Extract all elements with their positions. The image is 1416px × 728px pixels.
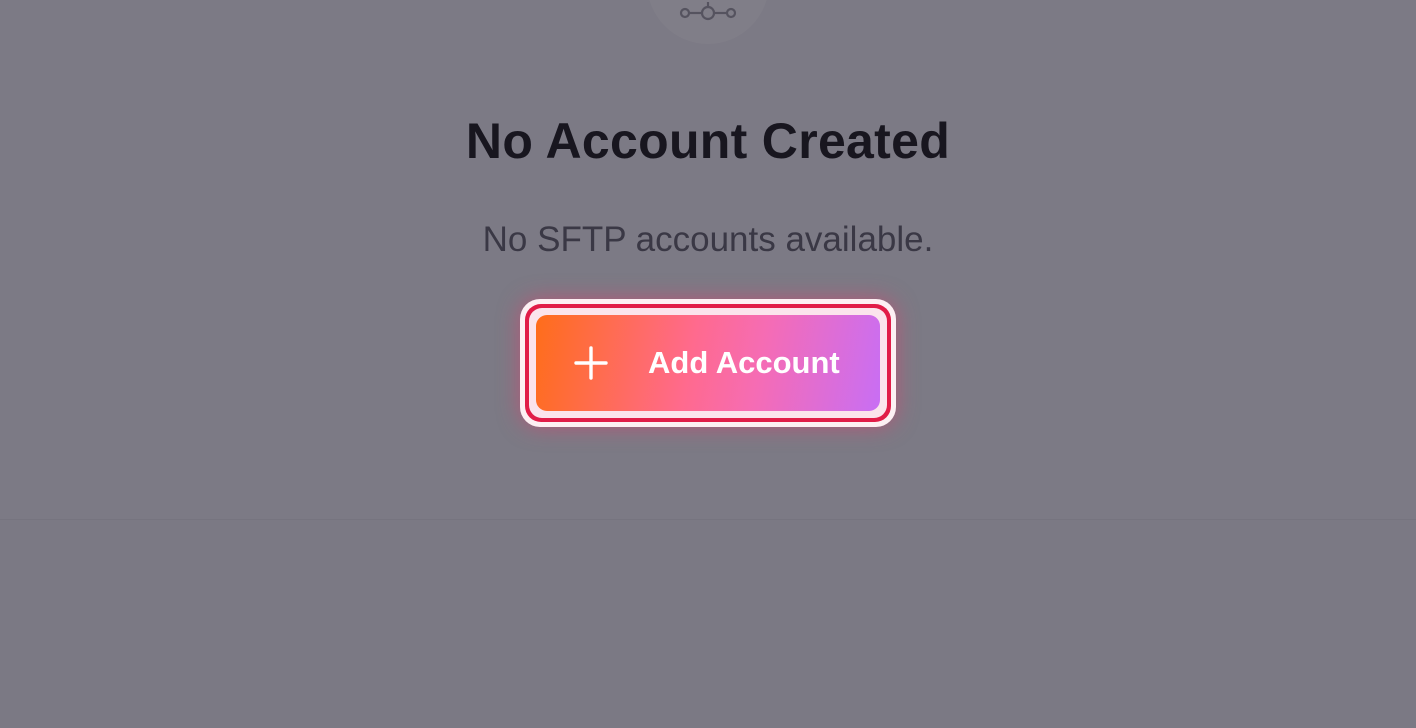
add-account-button-label: Add Account [648,345,840,380]
empty-state-title: No Account Created [465,113,951,169]
network-icon [679,2,737,21]
page-footer-area [0,520,1416,728]
add-account-button[interactable]: Add Account [536,315,880,411]
empty-state-panel: No Account Created No SFTP accounts avai… [0,0,1416,520]
sftp-accounts-screen: No Account Created No SFTP accounts avai… [0,0,1416,728]
empty-state-message: No SFTP accounts available. [482,220,934,259]
plus-icon [574,346,608,380]
